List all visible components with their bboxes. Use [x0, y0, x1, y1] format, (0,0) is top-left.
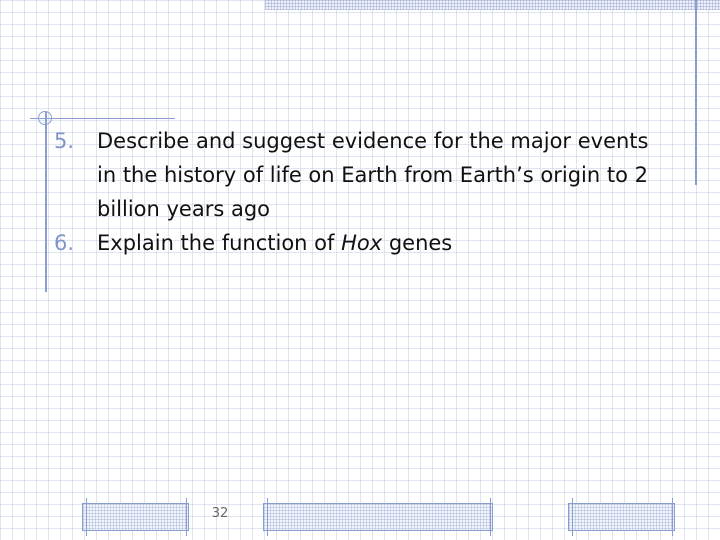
objective-item: 5. Describe and suggest evidence for the…	[52, 124, 672, 226]
footer-tick	[86, 498, 87, 536]
hox-term: Hox	[341, 231, 383, 255]
objective-text-before: Explain the function of	[97, 231, 342, 255]
footer-tick	[490, 498, 491, 536]
objective-text: Explain the function of Hox genes	[97, 231, 452, 255]
objective-text-after: genes	[382, 231, 453, 255]
footer-middle-box	[263, 503, 493, 531]
objective-item: 6. Explain the function of Hox genes	[52, 226, 672, 260]
top-banner-strip	[265, 0, 720, 10]
footer-tick	[267, 498, 268, 536]
footer-left-box	[82, 503, 189, 531]
footer-right-box	[568, 503, 675, 531]
crosshair-circle-icon	[38, 111, 52, 125]
footer-tick	[186, 498, 187, 536]
learning-objectives-list: 5. Describe and suggest evidence for the…	[52, 124, 672, 260]
right-vertical-rule	[695, 0, 697, 185]
page-number: 32	[211, 506, 229, 521]
footer-tick	[572, 498, 573, 536]
objective-number: 6.	[54, 231, 75, 255]
footer-tick	[672, 498, 673, 536]
left-vertical-rule	[45, 112, 47, 292]
objective-number: 5.	[54, 129, 75, 153]
objective-text: Describe and suggest evidence for the ma…	[97, 129, 649, 221]
